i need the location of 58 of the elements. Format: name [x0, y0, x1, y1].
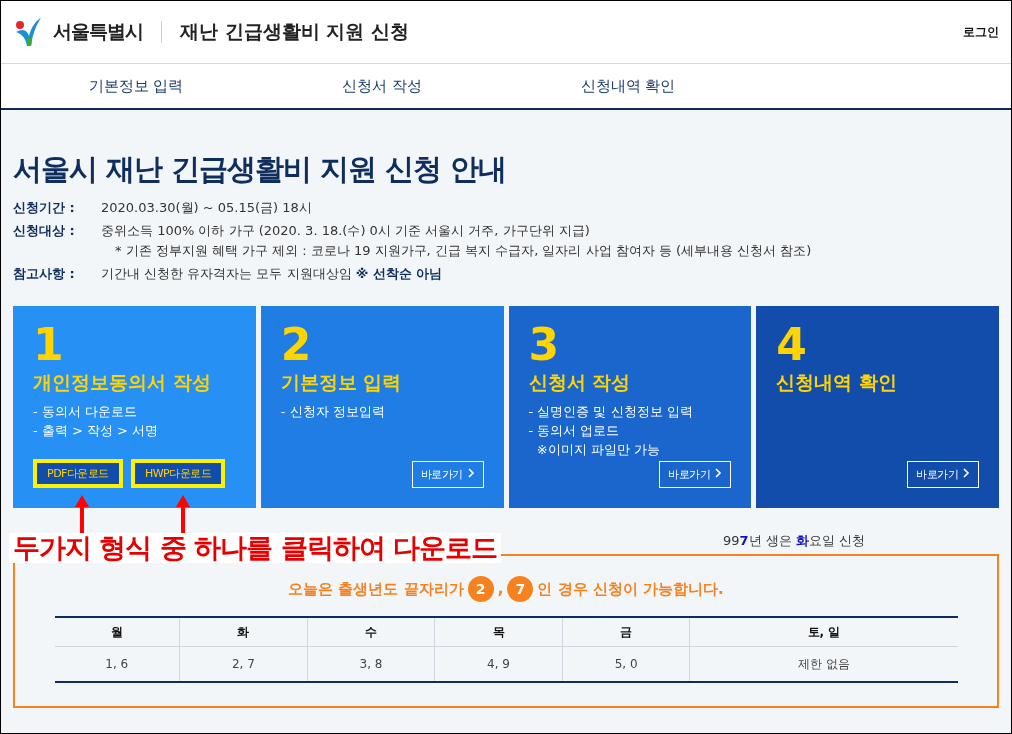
separator-text: , — [497, 580, 504, 598]
step-description: - 출력 > 작성 > 서명 — [33, 422, 160, 440]
annotation-text: 두가지 형식 중 하나를 클릭하여 다운로드 — [9, 533, 501, 563]
go-button[interactable]: 바로가기 — [907, 461, 979, 488]
info-text: 기간내 신청한 유자격자는 모두 지원대상임 ※ 선착순 아님 — [101, 265, 444, 283]
step-description: - 동의서 다운로드 — [33, 403, 138, 421]
column-header: 화 — [179, 617, 308, 647]
notice-text: 997년 생은 화요일 신청 — [723, 532, 866, 550]
step-number: 1 — [33, 320, 65, 370]
column-header: 월 — [54, 617, 180, 647]
step-description: - 신청자 정보입력 — [280, 403, 386, 421]
chevron-icon — [715, 468, 723, 478]
table-cell: 3, 8 — [307, 646, 435, 682]
info-text: 2020.03.30(월) ~ 05.15(금) 18시 — [101, 199, 313, 217]
step-number: 4 — [776, 320, 808, 370]
table-cell: 2, 7 — [179, 646, 308, 682]
step-number: 3 — [528, 320, 561, 370]
step-title: 신청서 작성 — [528, 370, 632, 395]
step-description: ※이미지 파일만 가능 — [535, 441, 661, 459]
today-text: 인 경우 신청이 가능합니다. — [537, 579, 724, 599]
info-label: 신청기간 : — [13, 199, 76, 217]
digit-badge: 7 — [507, 576, 534, 602]
step-title: 개인정보동의서 작성 — [33, 370, 212, 395]
column-header: 목 — [434, 617, 563, 647]
info-text: 중위소득 100% 이하 가구 (2020. 3. 18.(수) 0시 기준 서울시 거주, 가구단위 지급) — [101, 222, 591, 240]
info-text: * 기존 정부지원 혜택 가구 제외 : 코로나 19 지원가구, 긴급 복지 수급자, 일자리 사업 참여자 등 (세부내용 신청서 참조) — [114, 242, 813, 260]
column-header: 수 — [307, 617, 435, 647]
info-label: 신청대상 : — [13, 222, 76, 240]
column-header: 토, 일 — [689, 617, 958, 647]
info-label: 참고사항 : — [13, 265, 76, 283]
go-button[interactable]: 바로가기 — [411, 461, 484, 488]
go-button[interactable]: 바로가기 — [659, 461, 732, 488]
table-cell: 제한 없음 — [689, 646, 958, 682]
arrow-icon — [176, 495, 190, 535]
page-title: 재난 긴급생활비 지원 신청 — [180, 19, 410, 44]
chevron-icon — [467, 468, 475, 478]
main-heading: 서울시 재난 긴급생활비 지원 신청 안내 — [13, 151, 508, 188]
digit-badge: 2 — [467, 576, 494, 602]
table-cell: 4, 9 — [434, 646, 563, 682]
today-text: 오늘은 출생년도 끝자리가 — [288, 579, 464, 599]
seoul-logo-icon — [13, 16, 43, 48]
nav-tab[interactable]: 신청내역 확인 — [505, 76, 751, 96]
table-cell: 5, 0 — [562, 646, 690, 682]
step-title: 기본정보 입력 — [280, 370, 403, 395]
download-button[interactable]: PDF다운로드 — [33, 459, 123, 488]
download-button[interactable]: HWP다운로드 — [130, 459, 226, 488]
column-header: 금 — [562, 617, 690, 647]
brand-name: 서울특별시 — [53, 19, 143, 44]
step-description: - 실명인증 및 신청정보 입력 — [528, 403, 694, 421]
chevron-icon — [963, 468, 970, 478]
nav-tab[interactable]: 기본정보 입력 — [13, 76, 259, 96]
step-title: 신청내역 확인 — [776, 370, 898, 395]
nav-tab[interactable]: 신청서 작성 — [259, 76, 505, 96]
step-number: 2 — [280, 320, 313, 370]
step-description: - 동의서 업로드 — [528, 422, 621, 440]
arrow-icon — [75, 495, 89, 535]
table-cell: 1, 6 — [54, 646, 180, 682]
login-link[interactable]: 로그인 — [963, 23, 999, 41]
